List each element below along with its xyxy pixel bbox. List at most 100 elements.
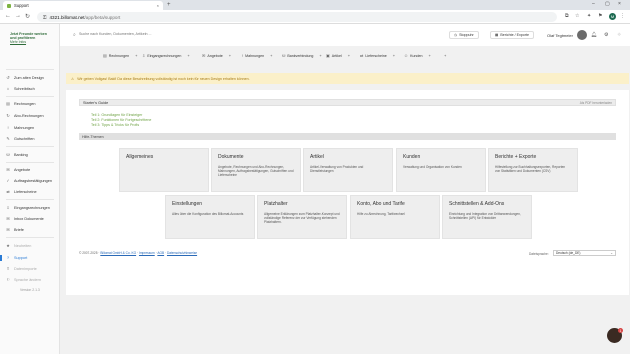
promo-link[interactable]: Mehr Infos: [10, 40, 52, 44]
close-window-icon[interactable]: ×: [618, 1, 621, 7]
starter-guide-header: Starter's Guide Als PDF herunterladen: [79, 99, 616, 106]
menu-customers[interactable]: ☺ Kunden +: [404, 53, 431, 58]
sidebar-item-invoices[interactable]: ▤ Rechnungen: [6, 102, 35, 107]
back-icon[interactable]: ←: [5, 13, 11, 19]
footer-link-privacy[interactable]: Datenschutzhinweise: [167, 251, 197, 255]
home-icon: ⌂: [6, 86, 10, 91]
pdf-download-link[interactable]: Als PDF herunterladen: [580, 101, 612, 105]
user-name[interactable]: Olaf Tegtmeier: [547, 33, 573, 38]
plus-icon[interactable]: +: [135, 53, 137, 58]
forward-icon[interactable]: →: [15, 13, 21, 19]
menu-delivery-notes[interactable]: ⇄ Lieferscheine +: [360, 53, 395, 58]
card-schnittstellen[interactable]: Schnittstellen & Add-Ons Einrichtung und…: [442, 195, 532, 239]
bookmark-star-icon[interactable]: ☆: [575, 13, 579, 19]
new-tab-button[interactable]: +: [167, 2, 171, 8]
extension-icon-2[interactable]: ✦: [587, 13, 591, 19]
sidebar-item-banking[interactable]: ⛁ Banking: [6, 153, 27, 158]
footer-link-terms[interactable]: AGB: [157, 251, 164, 255]
plus-icon[interactable]: +: [319, 53, 321, 58]
card-artikel[interactable]: Artikel Artikel-Verwaltung von Produkten…: [303, 148, 393, 192]
menu-bank-accounts[interactable]: ⛁ Bankverbindung +: [282, 53, 322, 58]
sidebar-item-confirmations[interactable]: ✓ Auftragsbestätigungen: [6, 179, 52, 184]
card-allgemeines[interactable]: Allgemeines: [119, 148, 209, 192]
lock-icon: ⚿: [43, 14, 47, 20]
offer-icon: ✉: [202, 53, 206, 58]
menu-invoices[interactable]: ▤ Rechnungen +: [103, 53, 138, 58]
browser-menu-icon[interactable]: ⋮: [620, 13, 625, 19]
search-input[interactable]: [79, 31, 169, 37]
card-kunden[interactable]: Kunden Verwaltung und Organisation von K…: [396, 148, 486, 192]
recurring-icon: ↻: [6, 113, 10, 118]
plus-icon[interactable]: +: [348, 53, 350, 58]
extension-icon-1[interactable]: ⧉: [565, 13, 569, 19]
plus-icon[interactable]: +: [187, 53, 189, 58]
extension-icon-3[interactable]: ⚑: [598, 13, 602, 19]
sidebar-item-offers[interactable]: ✉ Angebote: [6, 168, 30, 173]
reports-button[interactable]: ▦ Berichte / Exporte: [490, 31, 534, 39]
menu-incoming-invoices[interactable]: ⇩ Eingangsrechnungen +: [142, 53, 190, 58]
sidebar-item-language[interactable]: ⚐ Sprache ändern: [6, 278, 41, 283]
plus-icon[interactable]: +: [393, 53, 395, 58]
plus-icon[interactable]: +: [428, 53, 430, 58]
sidebar-item-desk[interactable]: ⌂ Schreibtisch: [6, 86, 35, 92]
card-berichte-exporte[interactable]: Berichte + Exporte Hilfestellung zur Buc…: [488, 148, 578, 192]
profile-avatar[interactable]: M: [609, 13, 616, 20]
delivery-icon: ⇄: [6, 189, 10, 194]
stopwatch-button[interactable]: ◷ Stoppuhr: [449, 31, 479, 39]
footer-link-company[interactable]: Billomat GmbH & Co. KG: [100, 251, 136, 255]
sidebar-item-recurring[interactable]: ↻ Abo-Rechnungen: [6, 113, 43, 119]
sidebar-divider: [6, 96, 54, 97]
language-select[interactable]: Deutsch (de_DE) ⌄: [553, 250, 616, 256]
sidebar-item-support[interactable]: ? Support: [6, 256, 27, 261]
search-icon: ⌕: [73, 32, 76, 38]
sidebar-item-imports[interactable]: ⇪ Datenimporte: [6, 267, 36, 272]
reload-icon[interactable]: ↻: [25, 13, 30, 20]
incoming-icon: ⇩: [6, 205, 10, 210]
url-field[interactable]: ⚿ 4321.billomat.net/app/beta/support: [37, 12, 557, 22]
card-platzhalter[interactable]: Platzhalter Allgemeine Erklärungen zum P…: [257, 195, 347, 239]
warning-icon: ⚠: [71, 76, 75, 81]
card-konto-abo-tarife[interactable]: Konto, Abo und Tarife Hilfe zu Abrechnun…: [350, 195, 440, 239]
user-avatar[interactable]: [577, 30, 587, 40]
sidebar-item-inbox[interactable]: ✉ Inbox Dokumente: [6, 216, 43, 222]
menu-add-button[interactable]: +: [440, 53, 446, 58]
sidebar-divider: [6, 69, 54, 70]
letter-icon: ✉: [6, 227, 10, 232]
tab-close-icon[interactable]: ×: [157, 3, 159, 8]
menu-offers[interactable]: ✉ Angebote +: [202, 53, 231, 58]
notification-bell-icon[interactable]: 🔔︎: [591, 32, 597, 38]
guide-link-1[interactable]: Teil 1: Grundlagen für Einsteiger: [91, 113, 142, 117]
footer-link-imprint[interactable]: Impressum: [139, 251, 155, 255]
card-einstellungen[interactable]: Einstellungen Alles über die Konfigurati…: [165, 195, 255, 239]
plus-icon[interactable]: +: [229, 53, 231, 58]
promo-box[interactable]: Jetzt Freunde werben und profitieren Meh…: [10, 32, 52, 44]
sidebar-item-credit-notes[interactable]: ✎ Gutschriften: [6, 137, 34, 142]
browser-address-bar: ← → ↻ ⚿ 4321.billomat.net/app/beta/suppo…: [0, 10, 630, 24]
maximize-icon[interactable]: ▢: [605, 1, 610, 7]
url-path: /app/beta/support: [84, 14, 121, 20]
promo-title: Jetzt Freunde werben und profitieren: [10, 32, 47, 40]
apps-grid-icon[interactable]: ⁘: [617, 32, 621, 38]
sidebar-item-reminders[interactable]: ! Mahnungen: [6, 126, 34, 131]
guide-link-2[interactable]: Teil 2: Funktionen für Fortgeschrittene: [91, 118, 151, 122]
guide-link-3[interactable]: Teil 3: Tipps & Tricks für Profis: [91, 123, 139, 127]
sidebar-item-old-design[interactable]: ↺ Zum alten Design: [6, 76, 43, 81]
settings-gear-icon[interactable]: ⚙: [604, 32, 608, 38]
minimize-icon[interactable]: –: [592, 1, 595, 7]
footer-copyright: © 2007-2025 · Billomat GmbH & Co. KG · I…: [79, 251, 198, 255]
plus-icon[interactable]: +: [270, 53, 272, 58]
app-topbar: ⌕ ◷Stoppuhr ▦Berichte / Exporte Olaf Teg…: [60, 24, 630, 46]
sidebar-item-letters[interactable]: ✉ Briefe: [6, 227, 24, 233]
card-dokumente[interactable]: Dokumente Angebote, Rechnungen und Abo-R…: [211, 148, 301, 192]
sidebar-item-delivery-notes[interactable]: ⇄ Lieferscheine: [6, 189, 36, 195]
chat-badge: 1: [618, 328, 623, 333]
inbox-icon: ✉: [6, 216, 10, 221]
menu-reminders[interactable]: ! Mahnungen +: [242, 53, 272, 58]
plus-icon[interactable]: +: [444, 53, 446, 58]
sidebar-item-news[interactable]: ★ Neuheiten: [6, 243, 31, 249]
sidebar-item-incoming-invoices[interactable]: ⇩ Eingangsrechnungen: [6, 205, 50, 211]
star-icon: ★: [6, 243, 10, 248]
menu-articles[interactable]: ▣ Artikel +: [326, 53, 350, 58]
browser-tab[interactable]: Support ×: [3, 1, 163, 10]
incoming-icon: ⇩: [142, 53, 146, 58]
